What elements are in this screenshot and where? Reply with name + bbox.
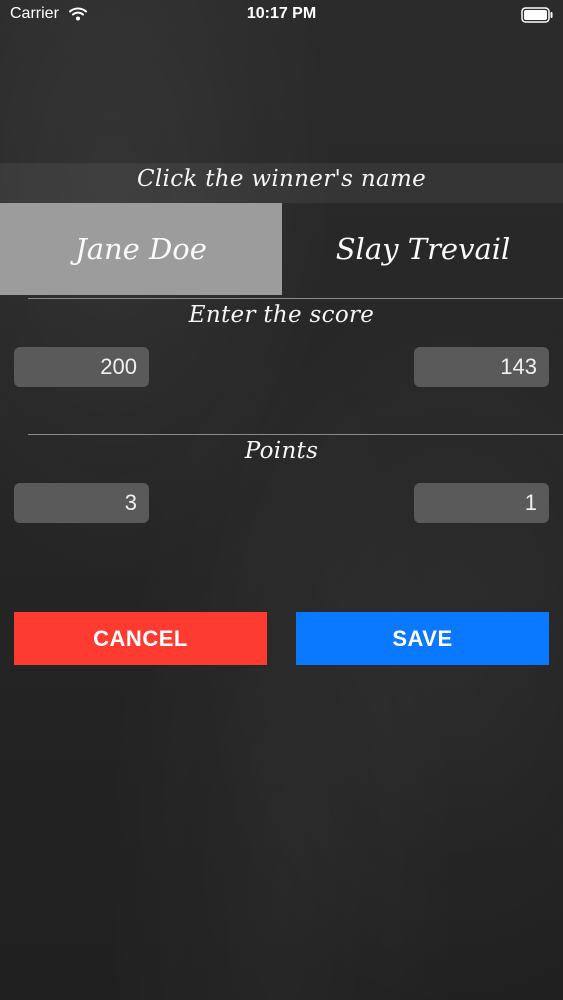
divider	[28, 434, 563, 435]
score-section-title: Enter the score	[188, 302, 375, 328]
divider	[28, 298, 563, 299]
player-option-slay-trevail[interactable]: Slay Trevail	[282, 203, 563, 295]
save-button[interactable]: SAVE	[296, 612, 549, 665]
player-option-jane-doe[interactable]: Jane Doe	[0, 203, 282, 295]
status-bar: Carrier 10:17 PM	[0, 0, 563, 30]
right-score-field[interactable]: 143	[414, 347, 549, 387]
clock-label: 10:17 PM	[246, 5, 317, 22]
points-section-title: Points	[244, 438, 319, 464]
winner-section-title: Click the winner's name	[137, 166, 426, 192]
right-points-field[interactable]: 1	[414, 483, 549, 523]
battery-icon	[521, 7, 553, 23]
left-points-field[interactable]: 3	[14, 483, 149, 523]
cancel-button[interactable]: CANCEL	[14, 612, 267, 665]
left-score-field[interactable]: 200	[14, 347, 149, 387]
